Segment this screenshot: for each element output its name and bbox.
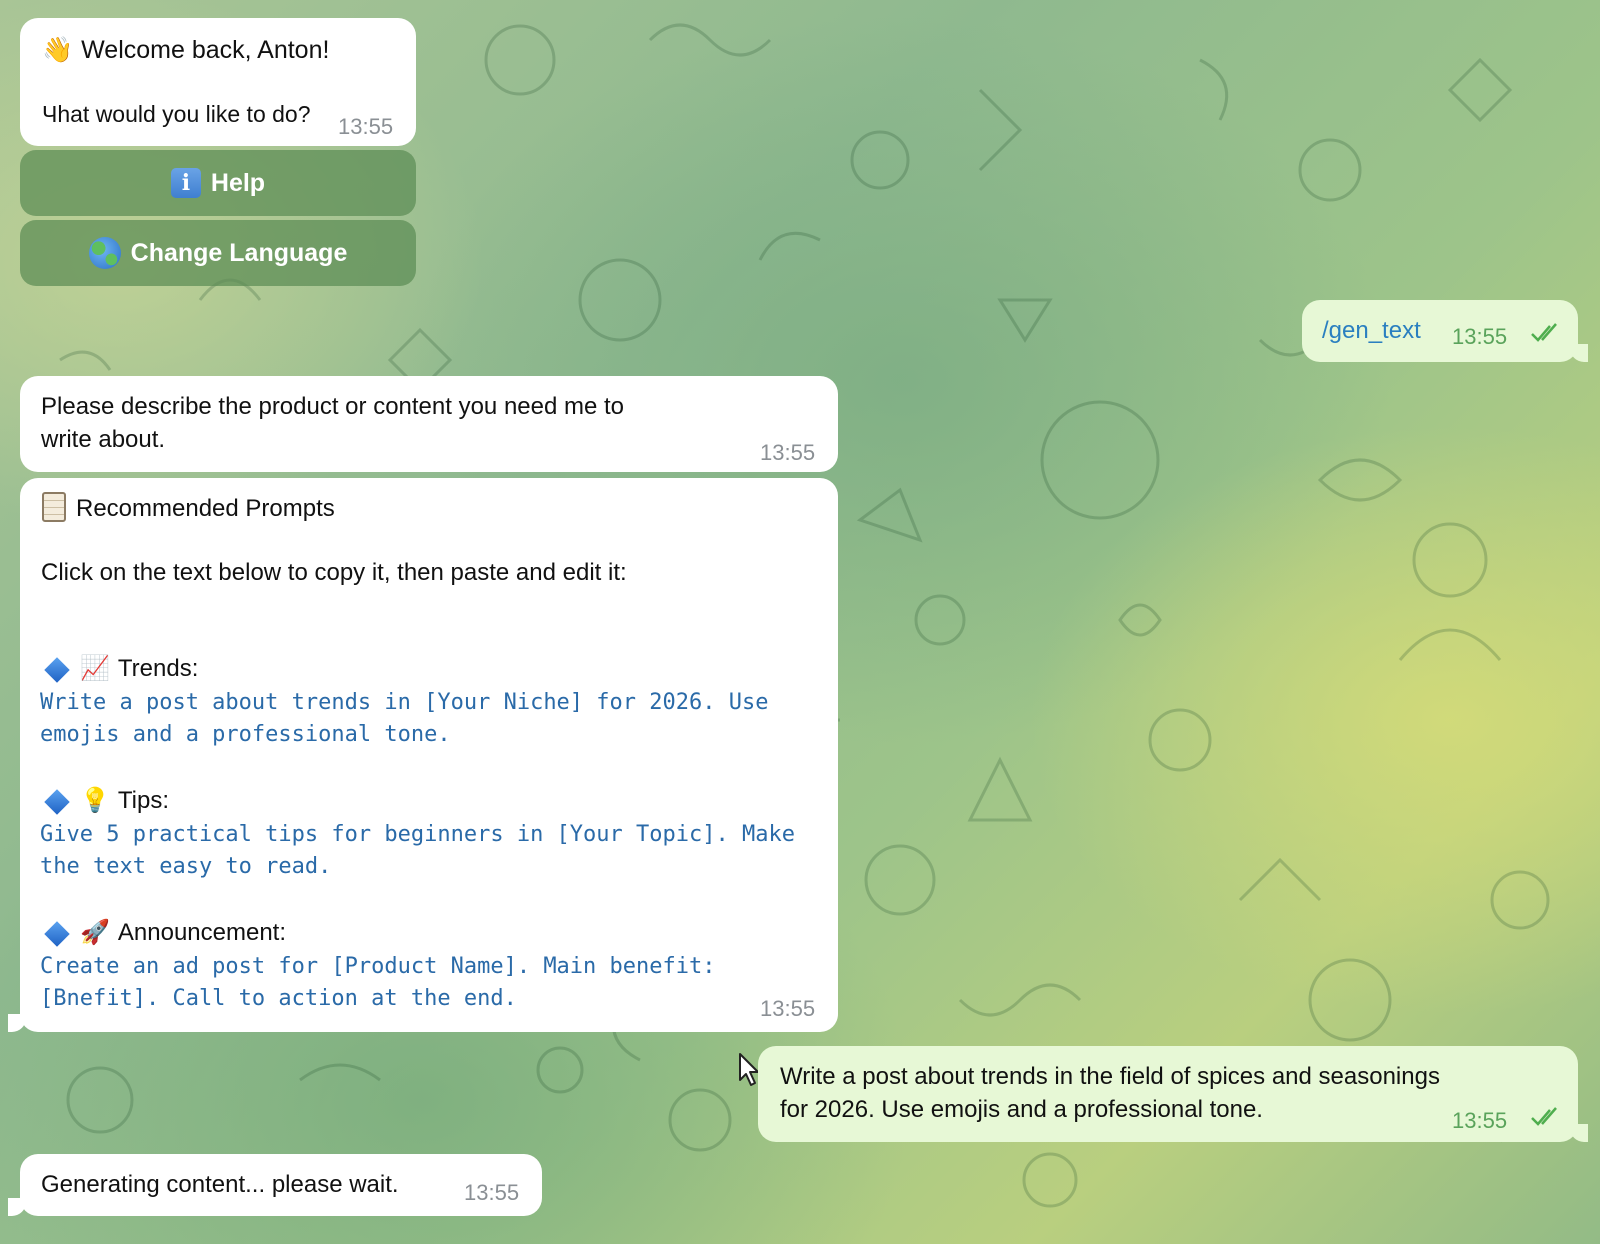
welcome-subtitle: Чhat would you like to do? <box>42 101 311 127</box>
prompt-item-label-row: 🚀 Announcement: <box>40 916 830 949</box>
command-link[interactable]: /gen_text <box>1322 314 1421 347</box>
prompt-item-label: Trends: <box>117 655 199 682</box>
incoming-tail <box>8 1198 26 1216</box>
prompt-item-announcement: 🚀 Announcement: Create an ad post for [Pr… <box>40 916 830 1015</box>
message-time: 13:55 <box>464 1180 520 1205</box>
prompts-header: Recommended Prompts <box>42 491 335 525</box>
prompt-item-trends: 📈 Trends: Write a post about trends in [Y… <box>40 652 830 751</box>
globe-icon <box>88 237 121 269</box>
read-checks-icon <box>1531 323 1557 342</box>
welcome-title: 👋 Welcome back, Anton! <box>42 33 329 67</box>
incoming-tail <box>8 1014 26 1032</box>
message-time: 13:55 <box>760 440 816 465</box>
rocket-icon: 🚀 <box>80 918 110 946</box>
clipboard-icon <box>42 491 66 522</box>
blue-diamond-icon <box>44 656 70 683</box>
prompt-code-line: the text easy to read. <box>40 854 332 879</box>
message-time: 13:55 <box>1452 1108 1508 1133</box>
prompts-header-text: Recommended Prompts <box>76 495 335 522</box>
prompt-item-label: Announcement: <box>117 919 287 946</box>
user-prompt-line-1: Write a post about trends in the field o… <box>780 1063 1440 1090</box>
change-language-button[interactable]: Change Language <box>20 220 416 286</box>
user-prompt-line-2: for 2026. Use emojis and a professional … <box>780 1096 1263 1123</box>
describe-message: Please describe the product or content y… <box>20 376 838 472</box>
blue-diamond-icon <box>44 788 70 815</box>
message-time: 13:55 <box>760 996 816 1021</box>
welcome-message: 👋 Welcome back, Anton! Чhat would you lik… <box>20 18 416 146</box>
waving-hand-icon: 👋 <box>42 35 74 64</box>
describe-text: Please describe the product or content y… <box>41 390 741 456</box>
prompt-code-tips[interactable]: Give 5 practical tips for beginners in [… <box>40 819 830 883</box>
prompt-item-label-row: 📈 Trends: <box>40 652 830 685</box>
prompt-code-line: [Bnefit]. Call to action at the end. <box>40 986 517 1011</box>
user-prompt-text: Write a post about trends in the field o… <box>780 1060 1550 1126</box>
welcome-title-text: Welcome back, Anton! <box>81 36 330 64</box>
generating-text: Generating content... please wait. <box>41 1171 399 1198</box>
prompt-code-line: emojis and a professional tone. <box>40 722 451 747</box>
command-message: /gen_text 13:55 <box>1302 300 1578 362</box>
describe-text-line-2: write about. <box>41 426 166 453</box>
prompt-code-trends[interactable]: Write a post about trends in [Your Niche… <box>40 687 830 751</box>
prompt-code-line: Create an ad post for [Product Name]. Ma… <box>40 954 716 979</box>
read-checks-icon <box>1531 1107 1557 1126</box>
help-button-label: Help <box>210 168 266 197</box>
help-button[interactable]: i Help <box>20 150 416 216</box>
outgoing-tail <box>1570 344 1588 362</box>
prompt-item-label: Tips: <box>117 787 170 814</box>
outgoing-tail <box>1570 1124 1588 1142</box>
generating-message: Generating content... please wait. 13:55 <box>20 1154 542 1216</box>
prompt-item-tips: 💡 Tips: Give 5 practical tips for beginne… <box>40 784 830 883</box>
prompts-instruction: Click on the text below to copy it, then… <box>41 559 627 586</box>
blue-diamond-icon <box>44 920 70 947</box>
prompt-code-line: Write a post about trends in [Your Niche… <box>40 690 769 715</box>
describe-text-line-1: Please describe the product or content y… <box>41 393 625 420</box>
prompt-item-label-row: 💡 Tips: <box>40 784 830 817</box>
info-icon: i <box>170 168 201 198</box>
prompt-code-announcement[interactable]: Create an ad post for [Product Name]. Ma… <box>40 951 830 1015</box>
change-language-label: Change Language <box>130 238 348 267</box>
prompt-code-line: Give 5 practical tips for beginners in [… <box>40 822 795 847</box>
message-time: 13:55 <box>338 114 394 139</box>
light-bulb-icon: 💡 <box>80 786 110 814</box>
recommended-prompts-message: Recommended Prompts Click on the text be… <box>20 478 838 1032</box>
message-time: 13:55 <box>1452 324 1508 349</box>
chart-increasing-icon: 📈 <box>80 654 110 682</box>
user-prompt-message: Write a post about trends in the field o… <box>758 1046 1578 1142</box>
